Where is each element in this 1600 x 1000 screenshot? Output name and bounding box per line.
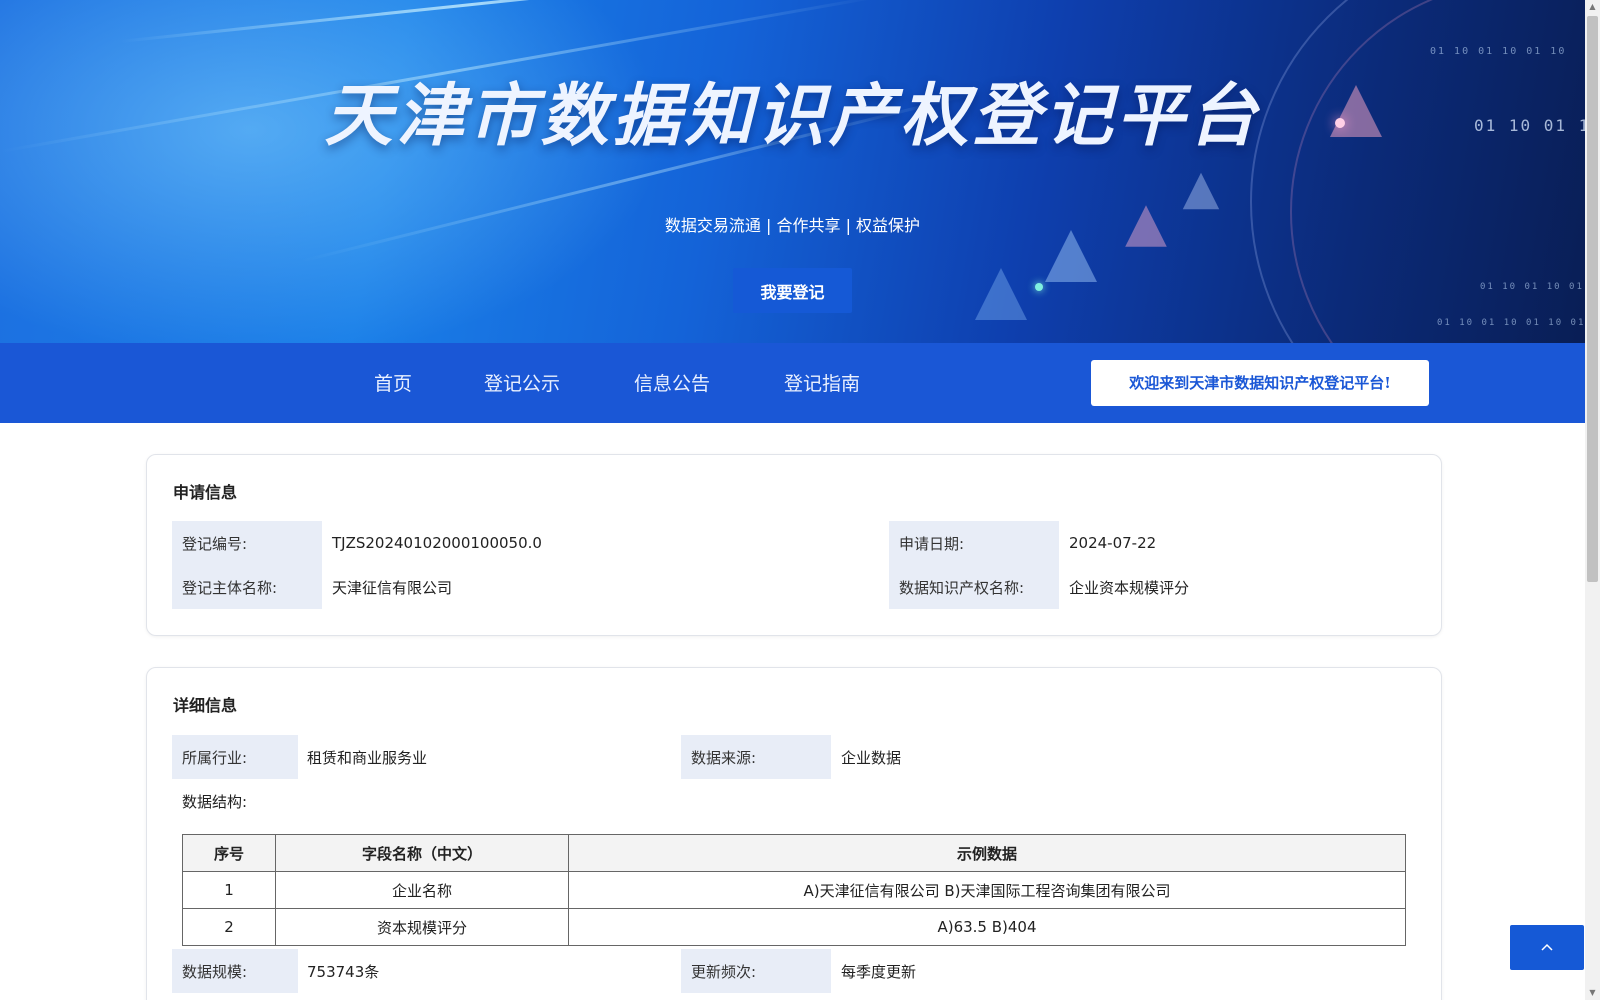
binary-decor: 01 10 01 10 01 10 01 10 01 — [1480, 282, 1585, 292]
table-cell: 2 — [182, 908, 276, 946]
table-cell: A)63.5 B)404 — [568, 908, 1406, 946]
binary-decor: 01 10 01 10 01 10 — [1430, 46, 1567, 57]
banner-subtitle: 数据交易流通 | 合作共享 | 权益保护 — [664, 216, 921, 235]
decor-dot — [1035, 283, 1043, 291]
structure-label: 数据结构: — [182, 792, 248, 811]
table-cell: 资本规模评分 — [275, 908, 569, 946]
scroll-down-arrow-icon[interactable]: ▼ — [1588, 988, 1597, 998]
column-header: 序号 — [182, 834, 276, 872]
scroll-up-arrow-icon[interactable]: ▲ — [1588, 2, 1597, 12]
chevron-up-icon — [1541, 943, 1553, 951]
frequency-value: 每季度更新 — [841, 962, 917, 981]
scale-label: 数据规模: — [172, 949, 298, 993]
subject-label: 登记主体名称: — [172, 565, 322, 609]
ip-name-label: 数据知识产权名称: — [889, 565, 1059, 609]
table-row: 2 资本规模评分 A)63.5 B)404 — [182, 908, 1406, 946]
table-cell: 企业名称 — [275, 871, 569, 909]
banner-glow — [0, 0, 700, 343]
page: 01 10 01 10 01 10 01 10 01 10 01 01 10 0… — [0, 0, 1585, 1000]
scrollbar-thumb[interactable] — [1587, 16, 1598, 582]
application-info-card: 申请信息 登记编号: 登记主体名称: TJZS20240102000100050… — [146, 454, 1442, 636]
banner-title: 天津市数据知识产权登记平台 — [324, 77, 1261, 156]
hero-banner: 01 10 01 10 01 10 01 10 01 10 01 01 10 0… — [0, 0, 1585, 343]
table-header-row: 序号 字段名称（中文） 示例数据 — [182, 834, 1406, 872]
decor-triangle — [1045, 230, 1097, 282]
date-value: 2024-07-22 — [1069, 534, 1157, 552]
date-label: 申请日期: — [889, 521, 1059, 565]
source-label: 数据来源: — [681, 735, 831, 779]
reg-no-value: TJZS20240102000100050.0 — [332, 534, 542, 552]
scale-value: 753743条 — [307, 962, 380, 981]
binary-decor: 01 10 01 10 01 10 01 10 01 10 — [1437, 318, 1585, 328]
frequency-label: 更新频次: — [681, 949, 831, 993]
table-cell: A)天津征信有限公司 B)天津国际工程咨询集团有限公司 — [568, 871, 1406, 909]
reg-no-label: 登记编号: — [172, 521, 322, 565]
welcome-banner: 欢迎来到天津市数据知识产权登记平台! — [1091, 360, 1429, 406]
decor-triangle — [1182, 172, 1220, 210]
card-title: 申请信息 — [173, 483, 238, 502]
subject-value: 天津征信有限公司 — [332, 578, 453, 597]
vertical-scrollbar[interactable]: ▲ ▼ — [1585, 0, 1600, 1000]
nav-item-announcements[interactable]: 信息公告 — [634, 369, 710, 396]
register-button[interactable]: 我要登记 — [733, 268, 852, 313]
source-value: 企业数据 — [841, 748, 902, 767]
industry-label: 所属行业: — [172, 735, 298, 779]
main-nav: 首页 登记公示 信息公告 登记指南 欢迎来到天津市数据知识产权登记平台! — [0, 343, 1585, 423]
nav-item-registration-notice[interactable]: 登记公示 — [484, 369, 560, 396]
ip-name-value: 企业资本规模评分 — [1069, 578, 1190, 597]
table-row: 1 企业名称 A)天津征信有限公司 B)天津国际工程咨询集团有限公司 — [182, 871, 1406, 909]
nav-item-guide[interactable]: 登记指南 — [784, 369, 860, 396]
detail-info-card: 详细信息 所属行业: 租赁和商业服务业 数据来源: 企业数据 数据结构: 序号 … — [146, 667, 1442, 1000]
card-title: 详细信息 — [173, 696, 238, 715]
back-to-top-button[interactable] — [1510, 925, 1584, 970]
decor-triangle — [975, 268, 1027, 320]
industry-value: 租赁和商业服务业 — [307, 748, 428, 767]
nav-item-home[interactable]: 首页 — [374, 369, 412, 396]
column-header: 示例数据 — [568, 834, 1406, 872]
table-cell: 1 — [182, 871, 276, 909]
data-structure-table: 序号 字段名称（中文） 示例数据 1 企业名称 A)天津征信有限公司 B)天津国… — [182, 834, 1406, 946]
column-header: 字段名称（中文） — [275, 834, 569, 872]
